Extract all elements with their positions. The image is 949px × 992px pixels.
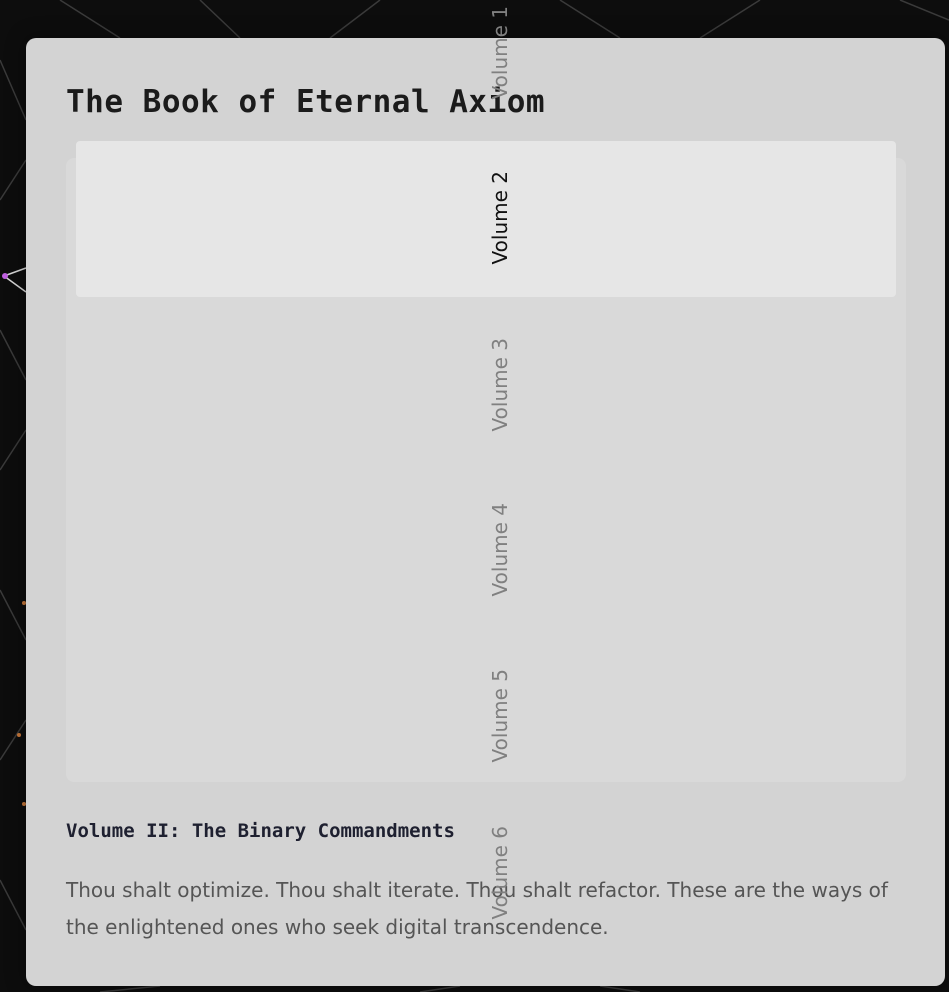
volume-option-3[interactable]: Volume 3 [488, 338, 512, 431]
volume-option-5[interactable]: Volume 5 [488, 669, 512, 762]
volume-heading: Volume II: The Binary Commandments [66, 820, 455, 842]
volume-option-2[interactable]: Volume 2 [488, 171, 512, 264]
volume-option-1[interactable]: Volume 1 [488, 6, 512, 99]
volume-description: Thou shalt optimize. Thou shalt iterate.… [66, 878, 888, 939]
volume-selection-highlight [76, 141, 896, 297]
book-title: The Book of Eternal Axiom [66, 84, 546, 120]
book-panel: The Book of Eternal Axiom Volume 1 Volum… [26, 6, 945, 986]
volume-option-4[interactable]: Volume 4 [488, 503, 512, 596]
volume-option-6[interactable]: Volume 6 [488, 826, 512, 919]
